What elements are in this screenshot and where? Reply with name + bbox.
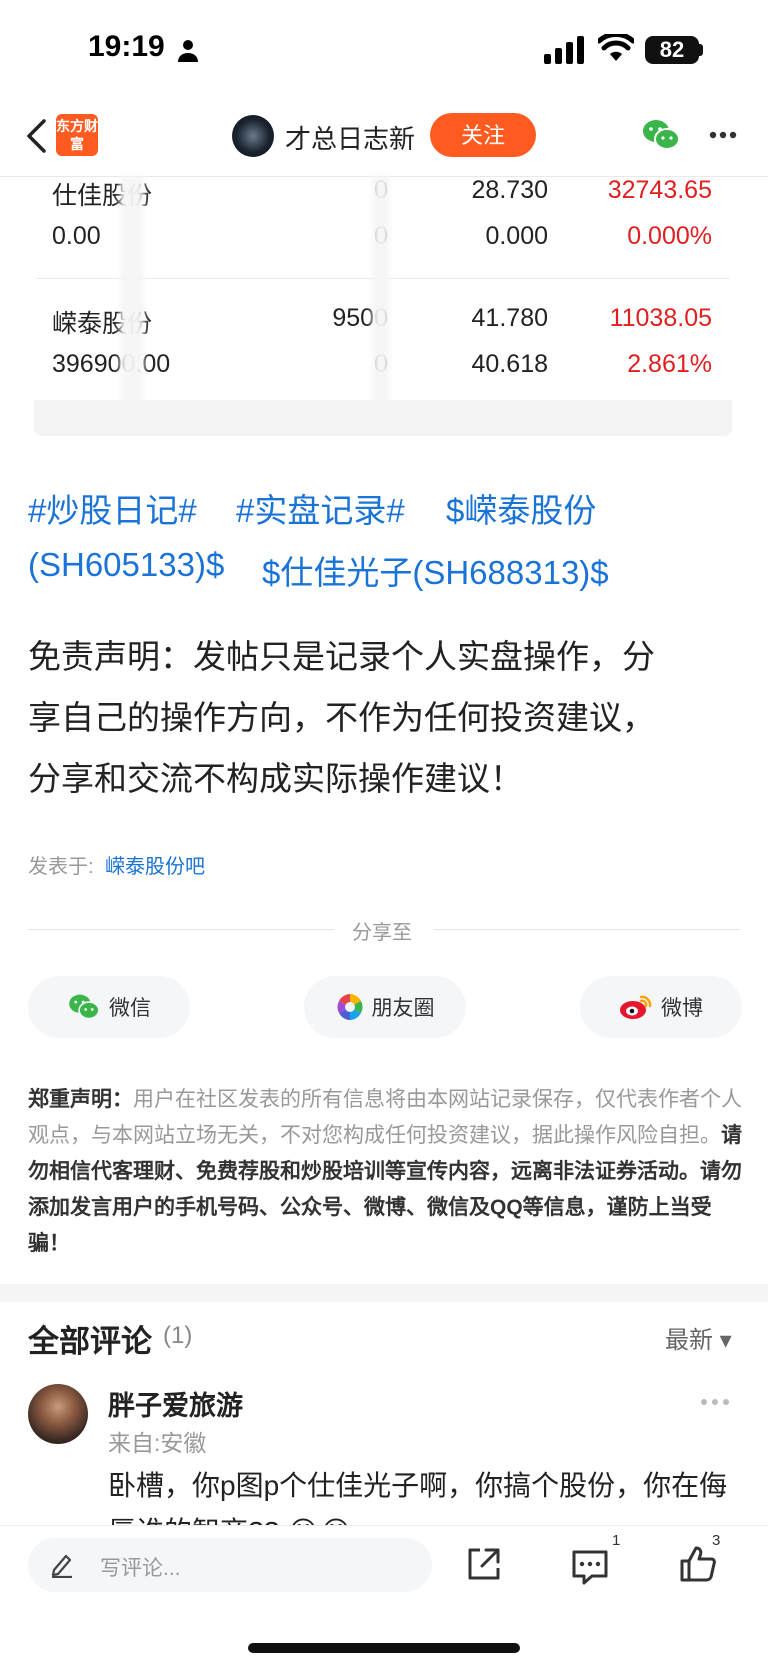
table-footer	[34, 400, 732, 436]
comment-placeholder[interactable]: 写评论...	[100, 1552, 181, 1582]
stock-value: 32743.65	[607, 176, 712, 204]
stock-cost: 396900.00	[52, 350, 171, 378]
weibo-icon	[620, 995, 652, 1019]
blur-mask	[372, 176, 390, 406]
share-moments-label: 朋友圈	[371, 997, 435, 1020]
post-body-line: 享自己的操作方向，不作为任何投资建议，	[28, 699, 655, 736]
commenter-location: 来自:安徽	[108, 1430, 207, 1456]
author-name[interactable]: 才总日志新	[285, 119, 415, 156]
status-time: 19:19	[88, 30, 165, 63]
wifi-icon	[598, 34, 634, 61]
comment-input[interactable]	[28, 1538, 432, 1592]
stock-pct: 0.000%	[627, 222, 712, 250]
post-body-line: 免责声明：发帖只是记录个人实盘操作，分	[28, 638, 655, 675]
section-gap	[0, 1284, 768, 1302]
stock-price2: 40.618	[471, 350, 548, 378]
comments-count: (1)	[163, 1322, 193, 1349]
share-weibo-button[interactable]: 微博	[580, 976, 742, 1038]
disclaimer-title: 郑重声明：	[28, 1088, 133, 1111]
share-weibo-label: 微博	[661, 997, 703, 1020]
tag-rongtai-stock[interactable]: $嵘泰股份	[446, 484, 596, 532]
comment-more-icon[interactable]	[700, 1398, 730, 1406]
battery-indicator: 82	[645, 36, 699, 64]
sort-dropdown[interactable]: 最新 ▾	[665, 1320, 732, 1355]
comment-icon[interactable]	[570, 1546, 610, 1586]
share-wechat-label: 微信	[109, 997, 151, 1020]
moments-icon	[337, 994, 362, 1020]
commenter-name[interactable]: 胖子爱旅游	[108, 1384, 243, 1423]
posted-in-label: 发表于:	[28, 856, 94, 878]
share-moments-button[interactable]: 朋友圈	[304, 976, 466, 1038]
stock-cost: 0.00	[52, 222, 101, 250]
stock-price: 41.780	[471, 304, 548, 332]
author-avatar[interactable]	[232, 115, 274, 157]
tag-shijia-photon[interactable]: $仕佳光子(SH688313)$	[262, 546, 609, 594]
stock-price2: 0.000	[485, 222, 548, 250]
post-body-line: 分享和交流不构成实际操作建议！	[28, 760, 523, 797]
tag-rongtai-code[interactable]: (SH605133)$	[28, 546, 224, 584]
like-count-badge: 3	[712, 1532, 721, 1549]
person-icon	[178, 40, 198, 62]
comment-count-badge: 1	[612, 1532, 621, 1549]
signal-icon	[544, 36, 584, 64]
disclaimer-normal: 用户在社区发表的所有信息将由本网站记录保存，仅代表作者个人观点，与本网站立场无关…	[28, 1088, 742, 1147]
home-indicator	[248, 1643, 520, 1653]
wechat-icon	[69, 994, 100, 1020]
stock-pct: 2.861%	[627, 350, 712, 378]
follow-button[interactable]: 关注	[430, 113, 536, 157]
forum-link[interactable]: 嵘泰股份吧	[105, 850, 205, 879]
blur-mask	[120, 176, 144, 406]
more-icon[interactable]	[708, 130, 738, 140]
share-divider-left	[28, 929, 334, 930]
back-chevron-icon[interactable]	[24, 118, 48, 154]
share-wechat-button[interactable]: 微信	[28, 976, 190, 1038]
stock-price: 28.730	[471, 176, 548, 204]
share-icon[interactable]	[464, 1544, 504, 1584]
share-divider-right	[434, 929, 740, 930]
comments-title: 全部评论	[28, 1324, 152, 1359]
tag-real-record[interactable]: #实盘记录#	[236, 484, 405, 532]
commenter-avatar[interactable]	[28, 1384, 88, 1444]
tag-stock-diary[interactable]: #炒股日记#	[28, 484, 197, 532]
share-label: 分享至	[352, 922, 412, 944]
battery-tip	[699, 44, 703, 56]
eastmoney-logo[interactable]: 东方财富	[56, 114, 98, 156]
like-icon[interactable]	[678, 1544, 718, 1584]
wechat-share-icon[interactable]	[642, 118, 680, 152]
pencil-icon	[51, 1554, 72, 1578]
stock-value: 11038.05	[609, 304, 712, 332]
legal-disclaimer: 郑重声明：用户在社区发表的所有信息将由本网站记录保存，仅代表作者个人观点，与本网…	[28, 1082, 742, 1262]
